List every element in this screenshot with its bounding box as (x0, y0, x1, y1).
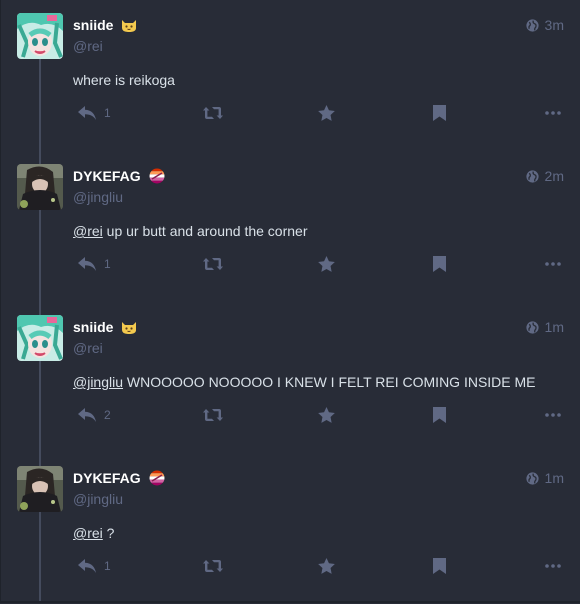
reply-button[interactable]: 1 (78, 252, 111, 276)
reply-button[interactable]: 1 (78, 101, 111, 125)
boost-icon (203, 258, 223, 270)
account-handle[interactable]: @rei (73, 38, 103, 54)
status-action-bar: 2 (0, 403, 580, 427)
bookmark-button[interactable] (433, 252, 446, 276)
bookmark-button[interactable] (433, 554, 446, 578)
boost-button[interactable] (203, 101, 223, 125)
status-text: WNOOOOO NOOOOO I KNEW I FELT REI COMING … (123, 374, 536, 390)
display-name[interactable]: DYKEFAG (73, 470, 141, 486)
display-name[interactable]: DYKEFAG (73, 168, 141, 184)
mention-link[interactable]: @jingliu (73, 374, 123, 390)
status-text: up ur butt and around the corner (102, 223, 308, 239)
reply-button[interactable]: 2 (78, 403, 111, 427)
status-card[interactable]: sniide @rei 3m where is reikoga 1 (0, 0, 580, 151)
flag-emoji (149, 168, 165, 184)
boost-icon (203, 107, 223, 119)
bookmark-button[interactable] (433, 403, 446, 427)
reply-icon (78, 408, 96, 422)
ellipsis-icon (545, 413, 561, 417)
avatar[interactable] (17, 164, 63, 210)
more-options-button[interactable] (545, 403, 561, 427)
cat-emoji (122, 322, 137, 334)
bookmark-icon (433, 105, 446, 121)
account-handle[interactable]: @rei (73, 340, 103, 356)
author-row: DYKEFAG (73, 167, 165, 185)
star-icon (318, 256, 335, 272)
author-row: DYKEFAG (73, 469, 165, 487)
reply-button[interactable]: 1 (78, 554, 111, 578)
status-action-bar: 1 (0, 101, 580, 125)
time-ago: 2m (544, 168, 564, 184)
cat-emoji (121, 319, 137, 335)
reply-count: 2 (104, 408, 111, 422)
reply-count: 1 (104, 257, 111, 271)
status-text: where is reikoga (73, 72, 175, 88)
status-card[interactable]: sniide @rei 1m @jingliu WNOOOOO NOOOOO I… (0, 302, 580, 453)
star-icon (318, 105, 335, 121)
boost-button[interactable] (203, 554, 223, 578)
account-handle[interactable]: @jingliu (73, 491, 123, 507)
status-action-bar: 1 (0, 554, 580, 578)
bookmark-button[interactable] (433, 101, 446, 125)
mention-link[interactable]: @rei (73, 525, 103, 541)
avatar[interactable] (17, 13, 63, 59)
status-content: where is reikoga (73, 72, 175, 88)
reply-count: 1 (104, 559, 111, 573)
ellipsis-icon (545, 262, 561, 266)
favourite-button[interactable] (318, 403, 335, 427)
status-text: ? (102, 525, 115, 541)
globe-icon (525, 169, 539, 183)
status-content: @rei up ur butt and around the corner (73, 223, 307, 239)
reply-icon (78, 559, 96, 573)
boost-button[interactable] (203, 403, 223, 427)
bookmark-icon (433, 256, 446, 272)
author-row: sniide (73, 16, 137, 34)
boost-icon (203, 409, 223, 421)
flag-emoji (149, 470, 165, 486)
mention-link[interactable]: @rei (73, 223, 103, 239)
globe-icon (525, 471, 539, 485)
status-card[interactable]: DYKEFAG @jingliu 1m @rei ? 1 (0, 453, 580, 604)
status-action-bar: 1 (0, 252, 580, 276)
status-timestamp[interactable]: 3m (525, 17, 564, 33)
avatar[interactable] (17, 315, 63, 361)
status-card[interactable]: DYKEFAG @jingliu 2m @rei up ur butt and … (0, 151, 580, 302)
time-ago: 3m (544, 17, 564, 33)
reply-icon (78, 257, 96, 271)
favourite-button[interactable] (318, 554, 335, 578)
account-handle[interactable]: @jingliu (73, 189, 123, 205)
favourite-button[interactable] (318, 252, 335, 276)
more-options-button[interactable] (545, 252, 561, 276)
time-ago: 1m (544, 470, 564, 486)
star-icon (318, 407, 335, 423)
bookmark-icon (433, 558, 446, 574)
cat-emoji (121, 17, 137, 33)
author-row: sniide (73, 318, 137, 336)
reply-icon (78, 106, 96, 120)
bookmark-icon (433, 407, 446, 423)
more-options-button[interactable] (545, 554, 561, 578)
globe-icon (525, 18, 539, 32)
ellipsis-icon (545, 564, 561, 568)
display-name[interactable]: sniide (73, 17, 113, 33)
boost-button[interactable] (203, 252, 223, 276)
time-ago: 1m (544, 319, 564, 335)
status-content: @jingliu WNOOOOO NOOOOO I KNEW I FELT RE… (73, 374, 536, 390)
flag-emoji (149, 168, 165, 184)
status-content: @rei ? (73, 525, 114, 541)
avatar[interactable] (17, 466, 63, 512)
boost-icon (203, 560, 223, 572)
globe-icon (525, 320, 539, 334)
reply-count: 1 (104, 106, 111, 120)
status-timestamp[interactable]: 1m (525, 470, 564, 486)
star-icon (318, 558, 335, 574)
flag-emoji (149, 470, 165, 486)
cat-emoji (122, 20, 137, 32)
favourite-button[interactable] (318, 101, 335, 125)
status-timestamp[interactable]: 2m (525, 168, 564, 184)
more-options-button[interactable] (545, 101, 561, 125)
display-name[interactable]: sniide (73, 319, 113, 335)
ellipsis-icon (545, 111, 561, 115)
status-timestamp[interactable]: 1m (525, 319, 564, 335)
